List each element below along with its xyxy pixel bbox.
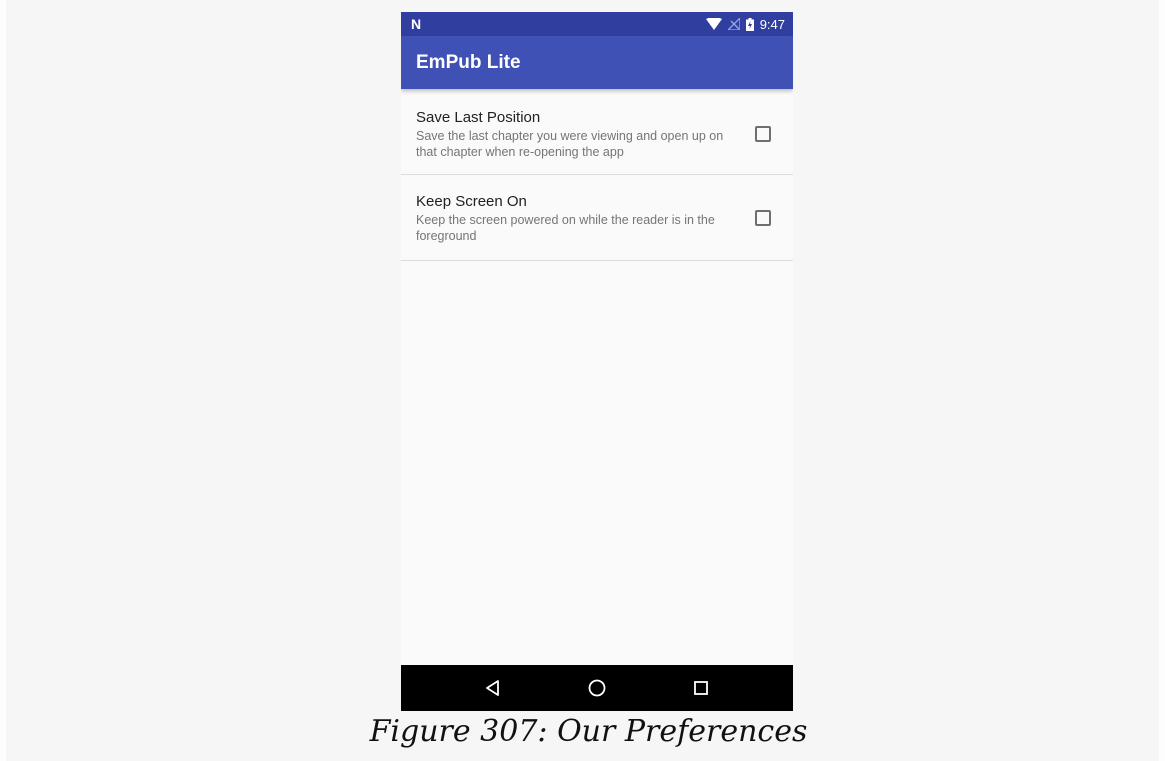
preferences-list: Save Last Position Save the last chapter… [401, 89, 793, 261]
pref-text: Keep Screen On Keep the screen powered o… [416, 192, 755, 244]
navigation-bar [401, 665, 793, 711]
phone-screen: N 9:47 EmPub Lite Save Last Position Sav… [401, 12, 793, 711]
status-bar: N 9:47 [401, 12, 793, 36]
pref-summary: Save the last chapter you were viewing a… [416, 128, 724, 159]
home-icon[interactable] [577, 668, 617, 708]
pref-summary: Keep the screen powered on while the rea… [416, 212, 715, 243]
no-signal-icon [727, 18, 740, 30]
status-time: 9:47 [759, 16, 785, 32]
n-logo-icon: N [411, 16, 422, 32]
figure-caption: Figure 307: Our Preferences [369, 714, 808, 749]
pref-title: Save Last Position [416, 108, 541, 126]
save-last-position-checkbox[interactable] [755, 125, 771, 142]
pref-keep-screen-on[interactable]: Keep Screen On Keep the screen powered o… [401, 175, 793, 261]
keep-screen-on-checkbox[interactable] [755, 209, 771, 226]
pref-title: Keep Screen On [416, 192, 527, 210]
pref-save-last-position[interactable]: Save Last Position Save the last chapter… [401, 89, 793, 175]
battery-charging-icon [745, 17, 754, 31]
pref-text: Save Last Position Save the last chapter… [416, 108, 755, 160]
app-title: EmPub Lite [416, 51, 521, 73]
page: N 9:47 EmPub Lite Save Last Position Sav… [0, 0, 1165, 761]
recents-icon[interactable] [681, 668, 721, 708]
app-bar: EmPub Lite [401, 36, 793, 89]
back-icon[interactable] [473, 668, 513, 708]
wifi-icon [705, 18, 722, 30]
